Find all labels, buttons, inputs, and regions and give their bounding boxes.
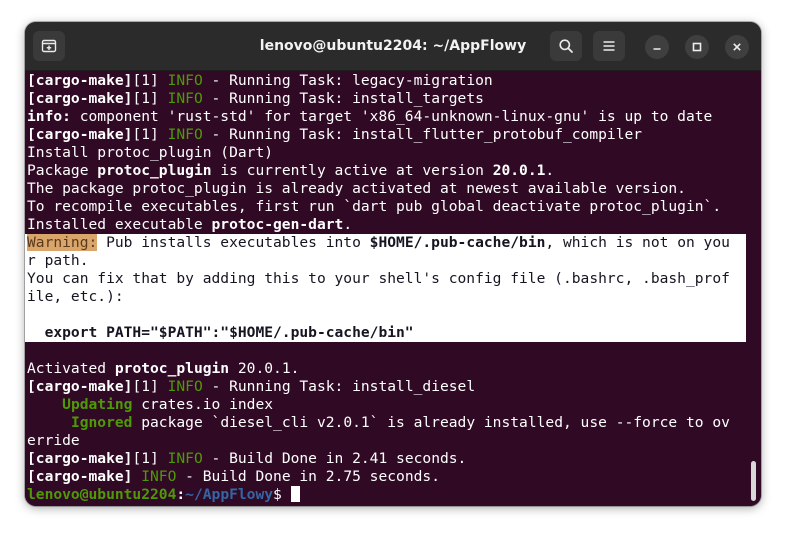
task-tag: [cargo-make] [27, 126, 133, 143]
task-tag: [cargo-make] [27, 450, 133, 467]
warning-block: Warning: Pub installs executables into $… [25, 234, 746, 342]
warning-text: , which is not on you [545, 234, 730, 251]
task-tag: [cargo-make] [27, 378, 133, 395]
task-tag: [cargo-make] [27, 468, 133, 485]
output-line: erride [27, 432, 80, 450]
output-text: The package protoc_plugin is already act… [27, 180, 686, 197]
output-text: component 'rust-std' for target 'x86_64-… [70, 108, 713, 125]
maximize-button[interactable] [685, 35, 709, 59]
warning-text: ile, etc.): [27, 288, 124, 305]
warning-line: You can fix that by adding this to your … [27, 270, 730, 288]
warning-text: You can fix that by adding this to your … [27, 270, 730, 287]
warning-line: ile, etc.): [27, 288, 124, 306]
warning-label: Warning: [27, 234, 98, 251]
warning-line: Warning: Pub installs executables into $… [27, 234, 730, 252]
output-text: Installed executable [27, 216, 212, 233]
output-text: - Running Task: install_flutter_protobuf… [202, 126, 643, 143]
output-text: package `diesel_cli v2.0.1` is already i… [132, 414, 730, 431]
info-level: INFO [167, 378, 203, 395]
new-tab-icon [41, 39, 57, 53]
output-text: Install protoc_plugin (Dart) [27, 144, 274, 161]
warning-text: Pub installs executables into [97, 234, 370, 251]
prompt-path: ~/AppFlowy [185, 486, 274, 503]
export-text: export PATH="$PATH":"$HOME/.pub-cache/bi… [27, 324, 414, 341]
minimize-button[interactable] [645, 35, 669, 59]
output-line: [cargo-make][1] INFO - Running Task: ins… [27, 90, 484, 108]
terminal-window: lenovo@ubuntu2204: ~/AppFlowy [cargo-mak… [25, 22, 761, 506]
output-text: [1] [132, 378, 168, 395]
output-line: Activated protoc_plugin 20.0.1. [27, 360, 299, 378]
search-button[interactable] [550, 31, 582, 61]
close-icon [733, 43, 741, 51]
task-tag: [cargo-make] [27, 90, 133, 107]
info-level: INFO [167, 450, 203, 467]
output-line: info: component 'rust-std' for target 'x… [27, 108, 712, 126]
output-text: - Running Task: legacy-migration [202, 72, 493, 89]
cargo-status: Ignored [70, 414, 133, 431]
output-line: [cargo-make] INFO - Build Done in 2.75 s… [27, 468, 440, 486]
output-line: [cargo-make][1] INFO - Running Task: ins… [27, 126, 642, 144]
output-text: erride [27, 432, 80, 449]
output-text: Package [27, 162, 98, 179]
terminal-output[interactable]: [cargo-make][1] INFO - Running Task: leg… [25, 71, 761, 506]
output-text: [1] [132, 126, 168, 143]
output-text: is currently active at version [211, 162, 493, 179]
info-level: INFO [167, 126, 203, 143]
prompt-symbol: $ [273, 486, 291, 503]
output-line: Ignored package `diesel_cli v2.0.1` is a… [27, 414, 730, 432]
output-text: 20.0.1. [229, 360, 300, 377]
output-text: [1] [132, 90, 168, 107]
info-level: INFO [167, 90, 203, 107]
title-bar[interactable]: lenovo@ubuntu2204: ~/AppFlowy [25, 22, 761, 71]
warning-text: r path. [27, 252, 89, 269]
output-line: To recompile executables, first run `dar… [27, 198, 721, 216]
package-name: protoc_plugin [114, 360, 230, 377]
output-line: [cargo-make][1] INFO - Build Done in 2.4… [27, 450, 466, 468]
export-command: export PATH="$PATH":"$HOME/.pub-cache/bi… [27, 324, 414, 342]
output-text: - Running Task: install_targets [202, 90, 484, 107]
output-text: [1] [132, 72, 168, 89]
package-name: protoc_plugin [97, 162, 212, 179]
output-text: Activated [27, 360, 115, 377]
text-cursor [290, 486, 300, 502]
new-tab-button[interactable] [33, 31, 65, 61]
output-line: [cargo-make][1] INFO - Running Task: leg… [27, 72, 493, 90]
output-line: Install protoc_plugin (Dart) [27, 144, 273, 162]
output-line: Updating crates.io index [27, 396, 273, 414]
output-text: . [545, 162, 555, 179]
info-label: info: [27, 108, 71, 125]
search-icon [559, 39, 573, 53]
output-text: crates.io index [132, 396, 274, 413]
cache-path: $HOME/.pub-cache/bin [369, 234, 546, 251]
task-tag: [cargo-make] [27, 72, 133, 89]
output-line: [cargo-make][1] INFO - Running Task: ins… [27, 378, 475, 396]
cargo-status: Updating [62, 396, 133, 413]
info-level: INFO [141, 468, 177, 485]
version-number: 20.0.1 [492, 162, 546, 179]
prompt-separator: : [176, 486, 186, 503]
info-level: INFO [167, 72, 203, 89]
executable-name: protoc-gen-dart [211, 216, 344, 233]
scrollbar-thumb[interactable] [751, 461, 756, 501]
close-button[interactable] [725, 35, 749, 59]
output-line: Package protoc_plugin is currently activ… [27, 162, 554, 180]
output-line: Installed executable protoc-gen-dart. [27, 216, 352, 234]
menu-button[interactable] [593, 31, 625, 61]
maximize-icon [692, 42, 702, 52]
output-text: . [343, 216, 353, 233]
minimize-icon [653, 48, 661, 50]
output-text: - Build Done in 2.41 seconds. [202, 450, 467, 467]
hamburger-menu-icon [603, 41, 615, 51]
output-text: To recompile executables, first run `dar… [27, 198, 722, 215]
output-text: [1] [132, 450, 168, 467]
output-line: The package protoc_plugin is already act… [27, 180, 686, 198]
prompt-user-host: lenovo@ubuntu2204 [27, 486, 177, 503]
warning-line: r path. [27, 252, 89, 270]
output-text: - Build Done in 2.75 seconds. [176, 468, 440, 485]
output-text: - Running Task: install_diesel [202, 378, 476, 395]
shell-prompt[interactable]: lenovo@ubuntu2204:~/AppFlowy$ [27, 486, 300, 504]
